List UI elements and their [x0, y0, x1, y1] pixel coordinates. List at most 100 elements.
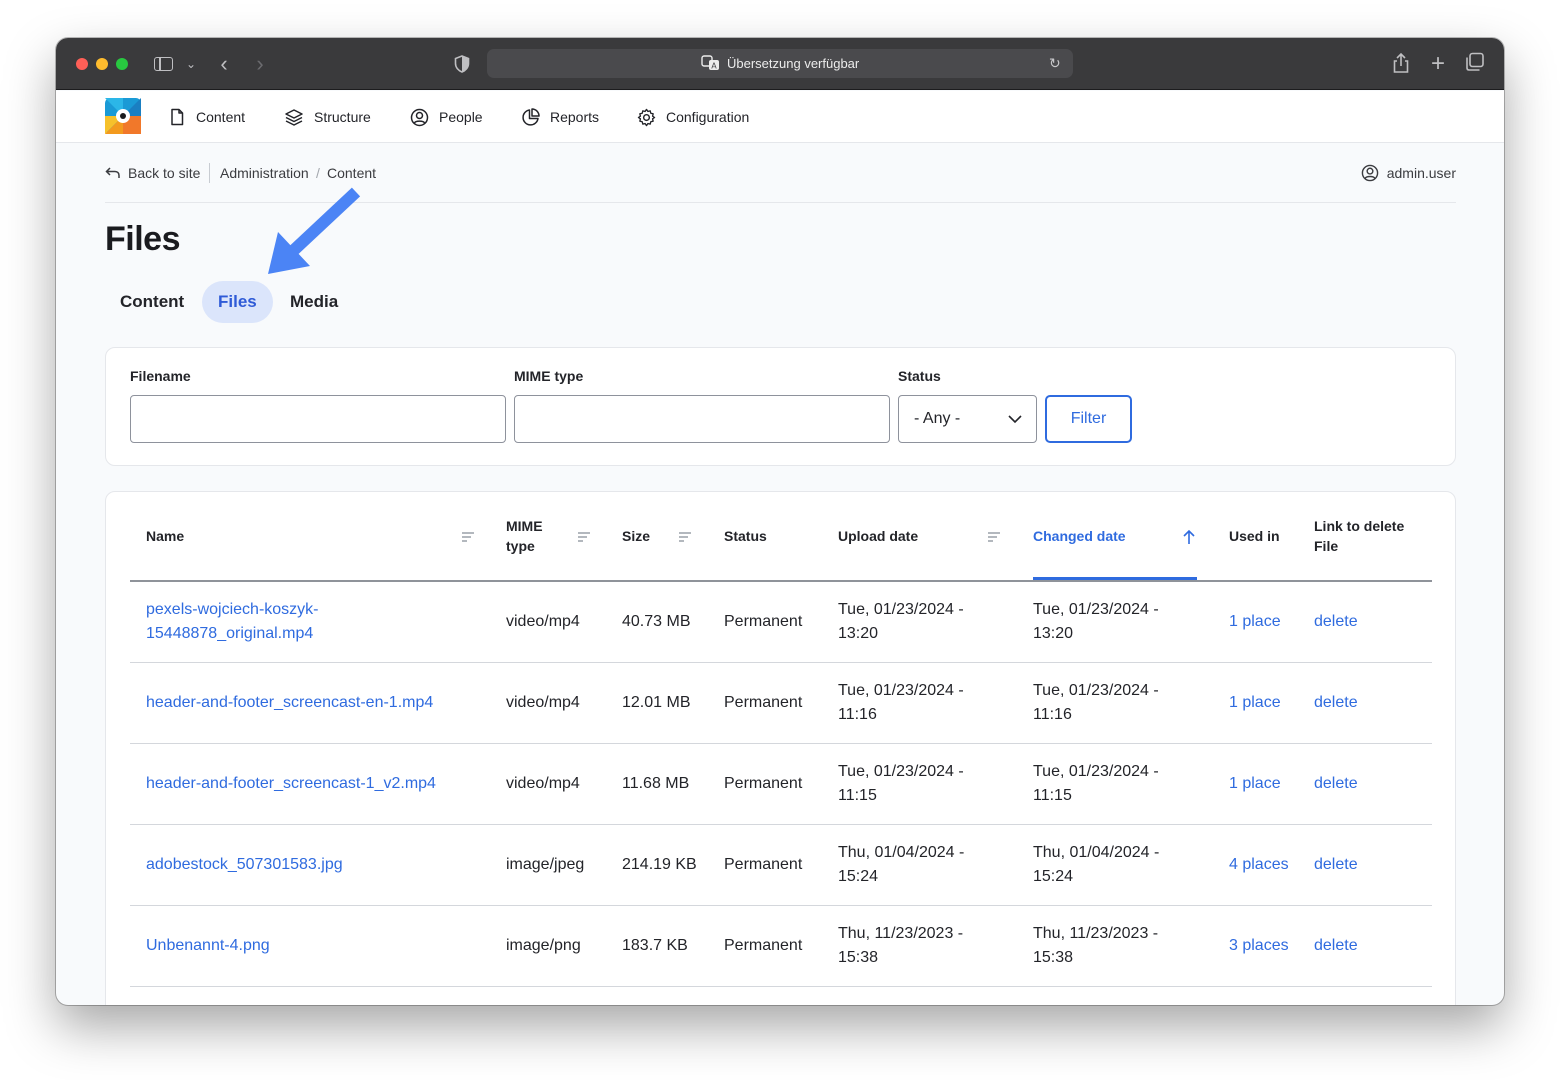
- cell-mime-type: image/png: [506, 937, 581, 954]
- column-header-delete-link: Link to delete File: [1314, 518, 1405, 554]
- cell-changed-date: Tue, 01/23/2024 - 11:16: [1033, 682, 1159, 723]
- tab-media[interactable]: Media: [274, 281, 354, 323]
- filename-input[interactable]: [130, 395, 506, 443]
- cell-mime-type: video/mp4: [506, 613, 580, 630]
- nav-item-people[interactable]: People: [410, 91, 483, 143]
- chevron-down-icon[interactable]: ⌄: [184, 52, 198, 76]
- nav-item-label: Content: [196, 109, 246, 125]
- tab-content[interactable]: Content: [104, 281, 200, 323]
- cell-used-in-link[interactable]: 3 places: [1229, 906, 1291, 986]
- cell-used-in-link[interactable]: 1 place: [1229, 663, 1291, 743]
- status-select-value: - Any -: [914, 410, 961, 427]
- cell-upload-date: Tue, 01/23/2024 - 11:15: [838, 763, 964, 804]
- minimize-window-button[interactable]: [96, 58, 108, 70]
- column-header-used-in: Used in: [1229, 528, 1280, 544]
- new-tab-icon[interactable]: +: [1427, 52, 1449, 76]
- browser-toolbar: ⌄ ‹ › A Übersetzung verfügbar ↻ +: [56, 38, 1504, 90]
- nav-item-configuration[interactable]: Configuration: [637, 91, 749, 143]
- table-row: header-and-footer_screencast-en-1.mp4 vid…: [130, 663, 1432, 744]
- cell-used-in-link[interactable]: 1 place: [1229, 744, 1291, 824]
- table-row: header-and-footer_screencast-1_v2.mp4 vid…: [130, 744, 1432, 825]
- cell-size: 183.7 KB: [622, 937, 688, 954]
- cell-size: 11.68 MB: [622, 775, 690, 792]
- cell-delete-link[interactable]: delete: [1314, 906, 1424, 986]
- sort-icon[interactable]: [461, 531, 475, 543]
- sort-icon[interactable]: [678, 531, 692, 543]
- reload-icon[interactable]: ↻: [1049, 54, 1065, 72]
- chevron-down-icon: [1008, 396, 1022, 461]
- gear-icon: [637, 108, 656, 126]
- cell-name[interactable]: header-and-footer_screencast-1_v2.mp4: [146, 744, 476, 824]
- active-sort-indicator: [1033, 577, 1197, 580]
- column-header-changed-date[interactable]: Changed date: [1033, 492, 1173, 580]
- address-bar[interactable]: A Übersetzung verfügbar ↻: [487, 49, 1073, 78]
- share-icon[interactable]: [1390, 52, 1412, 76]
- cell-used-in-link[interactable]: 4 places: [1229, 825, 1291, 905]
- column-header-status: Status: [724, 528, 767, 544]
- cell-size: 12.01 MB: [622, 694, 691, 711]
- close-window-button[interactable]: [76, 58, 88, 70]
- cell-mime-type: video/mp4: [506, 775, 580, 792]
- nav-item-content[interactable]: Content: [168, 91, 245, 143]
- cell-changed-date: Thu, 01/04/2024 - 15:24: [1033, 844, 1160, 885]
- cell-status: Permanent: [724, 937, 803, 954]
- sort-icon[interactable]: [577, 531, 591, 543]
- cell-size: 214.19 KB: [622, 856, 697, 873]
- mime-type-input[interactable]: [514, 395, 890, 443]
- cell-status: Permanent: [724, 694, 803, 711]
- cell-size: 40.73 MB: [622, 613, 691, 630]
- cell-upload-date: Thu, 01/04/2024 - 15:24: [838, 844, 965, 885]
- column-header-size[interactable]: Size: [622, 492, 682, 580]
- user-name: admin.user: [1386, 165, 1456, 181]
- page-title: Files: [105, 220, 180, 258]
- cell-upload-date: Thu, 11/23/2023 - 15:38: [838, 925, 964, 966]
- mime-type-label: MIME type: [514, 368, 584, 384]
- back-to-site-label: Back to site: [128, 165, 201, 181]
- cell-name[interactable]: adobestock_507301583.jpg: [146, 825, 476, 905]
- annotation-arrow-icon: [268, 187, 361, 274]
- breadcrumb-divider: [209, 163, 210, 183]
- column-header-name[interactable]: Name: [146, 492, 446, 580]
- cell-changed-date: Thu, 11/23/2023 - 15:38: [1033, 925, 1159, 966]
- column-header-upload-date[interactable]: Upload date: [838, 492, 978, 580]
- layers-icon: [285, 109, 303, 126]
- sort-icon[interactable]: [987, 531, 1001, 543]
- pie-chart-icon: [522, 107, 540, 126]
- forward-arrow-icon[interactable]: ›: [252, 52, 268, 76]
- filter-form: Filename MIME type Status - Any - Filter: [105, 347, 1456, 466]
- drupal-logo[interactable]: [105, 98, 141, 134]
- tab-files[interactable]: Files: [202, 281, 273, 323]
- user-circle-icon: [1361, 164, 1379, 182]
- return-arrow-icon: [105, 167, 120, 178]
- back-arrow-icon[interactable]: ‹: [216, 52, 232, 76]
- cell-used-in-link[interactable]: 1 place: [1229, 582, 1291, 662]
- privacy-shield-icon[interactable]: [453, 52, 471, 76]
- column-header-mime-type[interactable]: MIME type: [506, 492, 566, 580]
- sort-ascending-icon[interactable]: [1182, 529, 1196, 545]
- nav-item-reports[interactable]: Reports: [521, 91, 599, 143]
- browser-window: ⌄ ‹ › A Übersetzung verfügbar ↻ + Conten…: [56, 38, 1504, 1005]
- cell-status: Permanent: [724, 613, 803, 630]
- translate-icon[interactable]: A: [701, 54, 721, 72]
- nav-item-structure[interactable]: Structure: [284, 91, 371, 143]
- status-label: Status: [898, 368, 941, 384]
- address-bar-text: Übersetzung verfügbar: [727, 56, 860, 71]
- tab-overview-icon[interactable]: [1464, 52, 1486, 76]
- cell-status: Permanent: [724, 775, 803, 792]
- cell-name[interactable]: Unbenannt-4.png: [146, 906, 476, 986]
- cell-delete-link[interactable]: delete: [1314, 825, 1424, 905]
- cell-name[interactable]: header-and-footer_screencast-en-1.mp4: [146, 663, 476, 743]
- filter-button[interactable]: Filter: [1045, 395, 1132, 443]
- sidebar-toggle-icon[interactable]: [153, 52, 175, 76]
- cell-name[interactable]: pexels-wojciech-koszyk-15448878_original…: [146, 582, 476, 662]
- back-to-site-link[interactable]: Back to site: [105, 143, 200, 203]
- status-select[interactable]: - Any -: [898, 395, 1037, 443]
- cell-delete-link[interactable]: delete: [1314, 663, 1424, 743]
- cell-delete-link[interactable]: delete: [1314, 744, 1424, 824]
- user-menu[interactable]: admin.user: [1361, 143, 1456, 203]
- nav-item-label: Configuration: [666, 109, 750, 125]
- cell-mime-type: video/mp4: [506, 694, 580, 711]
- table-header: Name MIME type Size Status Upload date C…: [130, 492, 1432, 582]
- zoom-window-button[interactable]: [116, 58, 128, 70]
- cell-delete-link[interactable]: delete: [1314, 582, 1424, 662]
